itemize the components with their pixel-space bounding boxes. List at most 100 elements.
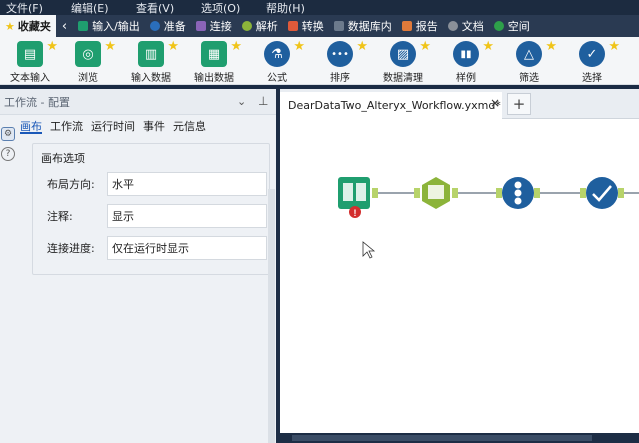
tool-formula[interactable]: ⚗ 公式 ★	[247, 39, 307, 85]
tool-sample[interactable]: ▮▮ 样例 ★	[436, 39, 496, 85]
category-label: 报告	[415, 20, 438, 33]
input-data-node[interactable]: !	[338, 177, 370, 218]
join-icon	[195, 21, 206, 31]
chevron-down-icon[interactable]: ⌄	[237, 95, 246, 108]
annotation-select[interactable]: 显示	[107, 204, 267, 228]
tool-data-cleansing[interactable]: ▨ 数据清理 ★	[373, 39, 433, 85]
input-anchor[interactable]	[580, 188, 586, 198]
menu-edit[interactable]: 编辑(E)	[65, 0, 130, 16]
data-cleansing-node[interactable]	[422, 177, 450, 209]
folder-icon	[78, 21, 89, 31]
star-icon: ★	[5, 19, 15, 33]
category-label: 收藏夹	[17, 20, 51, 33]
star-icon: ★	[608, 39, 620, 54]
output-anchor[interactable]	[618, 188, 624, 198]
category-label: 转换	[301, 20, 324, 33]
connection-progress-row: 连接进度: 仅在运行时显示	[47, 236, 267, 260]
close-icon[interactable]: ×	[490, 96, 500, 110]
scrollbar-thumb[interactable]	[292, 435, 592, 441]
chevron-left-icon[interactable]: ‹	[56, 19, 73, 34]
database-icon	[333, 21, 344, 31]
category-in-database[interactable]: 数据库内	[329, 15, 397, 37]
input-anchor[interactable]	[496, 188, 502, 198]
cleansing-icon: ▨	[390, 41, 416, 67]
input-anchor[interactable]	[414, 188, 420, 198]
star-icon: ★	[104, 39, 116, 54]
category-spatial[interactable]: 空间	[489, 15, 535, 37]
menu-file[interactable]: 文件(F)	[0, 0, 65, 16]
document-tab-strip: DearDataTwo_Alteryx_Workflow.yxmd* × +	[280, 89, 639, 119]
binoculars-icon: ◎	[75, 41, 101, 67]
tool-output-data[interactable]: ▦ 输出数据 ★	[184, 39, 244, 85]
connection-progress-select[interactable]: 仅在运行时显示	[107, 236, 267, 260]
category-input-output[interactable]: 输入/输出	[73, 15, 145, 37]
tool-select[interactable]: ✓ 选择 ★	[562, 39, 622, 85]
pin-icon[interactable]: ⊥	[258, 94, 268, 108]
tool-label: 浏览	[78, 73, 98, 84]
star-icon: ★	[482, 39, 494, 54]
gear-icon[interactable]: ⚙	[1, 127, 15, 141]
tool-text-input[interactable]: ▤ 文本输入 ★	[0, 39, 60, 85]
tab-workflow-document[interactable]: DearDataTwo_Alteryx_Workflow.yxmd*	[280, 92, 502, 119]
category-transform[interactable]: 转换	[283, 15, 329, 37]
star-icon: ★	[230, 39, 242, 54]
tool-palette: ▤ 文本输入 ★ ◎ 浏览 ★ ▥ 输入数据 ★ ▦ 输出数据 ★ ⚗ 公式 ★…	[0, 37, 639, 85]
tab-workflow[interactable]: 工作流	[50, 118, 83, 134]
category-documentation[interactable]: 文档	[443, 15, 489, 37]
panel-header: 工作流 - 配置 ⌄ ⊥	[0, 89, 276, 115]
tool-browse[interactable]: ◎ 浏览 ★	[58, 39, 118, 85]
menu-help[interactable]: 帮助(H)	[260, 0, 325, 16]
output-anchor[interactable]	[452, 188, 458, 198]
transform-icon	[287, 21, 298, 31]
help-icon[interactable]: ?	[1, 147, 15, 161]
category-favorites[interactable]: ★ 收藏夹	[0, 15, 56, 37]
menu-view[interactable]: 查看(V)	[130, 0, 195, 16]
category-prepare[interactable]: 准备	[145, 15, 191, 37]
report-icon	[401, 21, 412, 31]
category-reporting[interactable]: 报告	[397, 15, 443, 37]
select-node[interactable]	[586, 177, 618, 209]
workflow-canvas[interactable]: DearDataTwo_Alteryx_Workflow.yxmd* × + !	[280, 89, 639, 443]
star-icon: ★	[356, 39, 368, 54]
mouse-cursor-icon	[362, 241, 376, 259]
tab-meta-info[interactable]: 元信息	[173, 118, 206, 134]
layout-direction-select[interactable]: 水平	[107, 172, 267, 196]
tab-runtime[interactable]: 运行时间	[91, 118, 135, 134]
star-icon: ★	[419, 39, 431, 54]
new-tab-button[interactable]: +	[507, 93, 531, 115]
check-icon	[586, 177, 618, 209]
panel-scrollbar[interactable]	[268, 189, 275, 443]
output-anchor[interactable]	[372, 188, 378, 198]
category-parse[interactable]: 解析	[237, 15, 283, 37]
book-page-right	[356, 183, 366, 201]
horizontal-scrollbar[interactable]	[280, 433, 639, 443]
tool-label: 文本输入	[10, 73, 50, 84]
menu-options[interactable]: 选项(O)	[195, 0, 260, 16]
category-label: 解析	[255, 20, 278, 33]
tool-filter[interactable]: △ 筛选 ★	[499, 39, 559, 85]
workflow-diagram: !	[338, 177, 639, 259]
sort-dot	[514, 197, 522, 205]
spatial-icon	[493, 21, 504, 31]
category-join[interactable]: 连接	[191, 15, 237, 37]
parse-icon	[241, 21, 252, 31]
text-input-icon: ▤	[17, 41, 43, 67]
tool-label: 数据清理	[383, 73, 423, 84]
tool-input-data[interactable]: ▥ 输入数据 ★	[121, 39, 181, 85]
tool-label: 排序	[330, 73, 350, 84]
configuration-panel: 工作流 - 配置 ⌄ ⊥ ⚙ ? 画布 工作流 运行时间 事件 元信息 画布选项…	[0, 89, 276, 443]
tool-sort[interactable]: ••• 排序 ★	[310, 39, 370, 85]
tool-label: 样例	[456, 73, 476, 84]
output-anchor[interactable]	[534, 188, 540, 198]
field-label: 连接进度:	[47, 242, 95, 255]
annotation-row: 注释: 显示	[47, 204, 267, 228]
book-icon: ▥	[138, 41, 164, 67]
tab-events[interactable]: 事件	[143, 118, 165, 134]
tab-canvas[interactable]: 画布	[20, 118, 42, 134]
record-id-node[interactable]	[502, 177, 534, 209]
panel-title: 工作流 - 配置	[4, 95, 70, 109]
sort-dot	[514, 189, 522, 197]
section-title: 画布选项	[41, 152, 85, 165]
category-label: 准备	[163, 20, 186, 33]
star-icon: ★	[545, 39, 557, 54]
